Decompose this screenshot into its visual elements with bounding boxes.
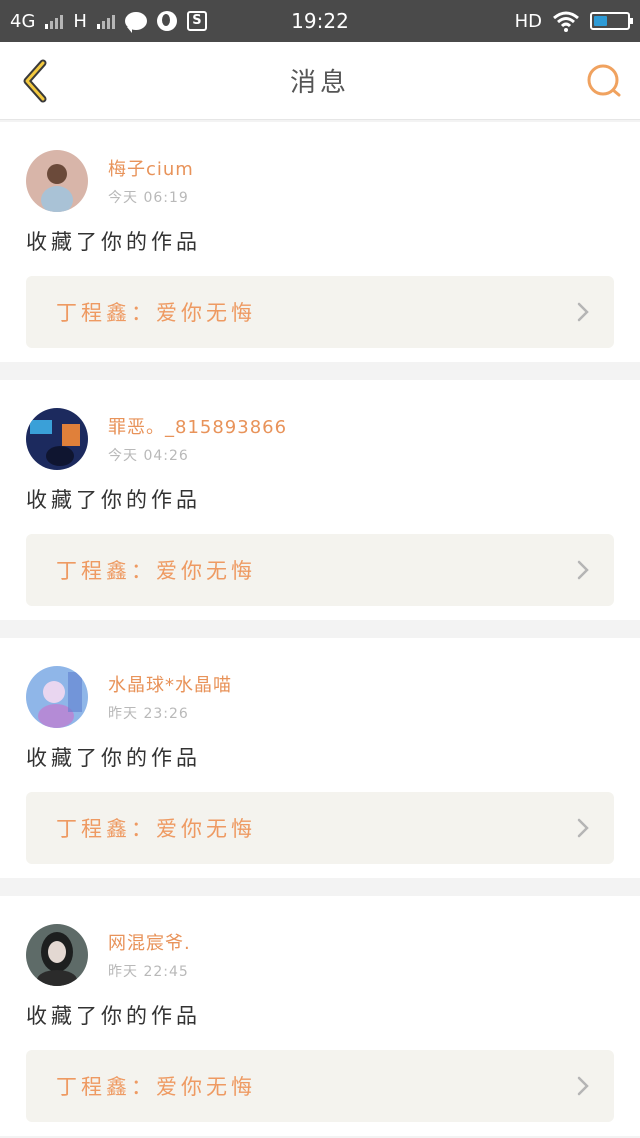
message-header: 梅子cium 今天 06:19 [26, 150, 614, 212]
timestamp: 昨天 23:26 [108, 706, 189, 722]
avatar[interactable] [26, 666, 88, 728]
chevron-right-icon [577, 1076, 589, 1096]
signal-icon [45, 13, 64, 29]
chevron-right-icon [577, 560, 589, 580]
username[interactable]: 罪恶。_815893866 [108, 413, 287, 439]
message-meta: 水晶球*水晶喵 昨天 23:26 [108, 671, 232, 723]
chevron-right-icon [577, 818, 589, 838]
action-text: 收藏了你的作品 [26, 1004, 201, 1028]
network-label-4g: 4G [10, 10, 36, 32]
message-card: 梅子cium 今天 06:19 收藏了你的作品 丁程鑫：爱你无悔 [0, 122, 640, 362]
message-meta: 梅子cium 今天 06:19 [108, 155, 194, 207]
action-text: 收藏了你的作品 [26, 746, 201, 770]
message-meta: 罪恶。_815893866 今天 04:26 [108, 413, 287, 465]
battery-icon [590, 12, 633, 30]
message-card: 水晶球*水晶喵 昨天 23:26 收藏了你的作品 丁程鑫：爱你无悔 [0, 638, 640, 878]
work-link[interactable]: 丁程鑫：爱你无悔 [26, 1050, 614, 1122]
status-right: HD [514, 10, 633, 32]
status-bar: 4G H S 19:22 HD [0, 0, 640, 42]
work-title: 丁程鑫：爱你无悔 [56, 817, 256, 841]
chevron-left-icon [23, 59, 47, 102]
message-header: 水晶球*水晶喵 昨天 23:26 [26, 666, 614, 728]
avatar[interactable] [26, 150, 88, 212]
network-label-h: H [73, 10, 87, 32]
work-title: 丁程鑫：爱你无悔 [56, 301, 256, 325]
s-box-icon: S [186, 11, 207, 31]
username[interactable]: 网混宸爷. [108, 929, 191, 955]
work-title: 丁程鑫：爱你无悔 [56, 1075, 256, 1099]
wifi-icon [553, 11, 579, 32]
username[interactable]: 梅子cium [108, 155, 194, 181]
page-title: 消息 [289, 68, 350, 98]
message-card: 罪恶。_815893866 今天 04:26 收藏了你的作品 丁程鑫：爱你无悔 [0, 380, 640, 620]
signal-icon [96, 13, 115, 29]
username[interactable]: 水晶球*水晶喵 [108, 671, 232, 697]
message-header: 网混宸爷. 昨天 22:45 [26, 924, 614, 986]
message-card: 网混宸爷. 昨天 22:45 收藏了你的作品 丁程鑫：爱你无悔 [0, 896, 640, 1136]
globe-icon [156, 11, 177, 31]
work-link[interactable]: 丁程鑫：爱你无悔 [26, 792, 614, 864]
nav-bar: 消息 [0, 42, 640, 120]
timestamp: 今天 04:26 [108, 448, 189, 464]
work-title: 丁程鑫：爱你无悔 [56, 559, 256, 583]
back-button[interactable] [16, 59, 56, 102]
message-meta: 网混宸爷. 昨天 22:45 [108, 929, 191, 981]
message-list: 梅子cium 今天 06:19 收藏了你的作品 丁程鑫：爱你无悔 罪恶。_815… [0, 120, 640, 1136]
timestamp: 今天 06:19 [108, 190, 189, 206]
chevron-right-icon [577, 302, 589, 322]
battery-level [594, 16, 607, 26]
hd-label: HD [514, 10, 542, 32]
status-left: 4G H S [10, 10, 207, 33]
search-button[interactable] [584, 61, 624, 101]
chat-bubble-icon [124, 12, 147, 33]
avatar[interactable] [26, 408, 88, 470]
work-link[interactable]: 丁程鑫：爱你无悔 [26, 276, 614, 348]
timestamp: 昨天 22:45 [108, 964, 189, 980]
message-header: 罪恶。_815893866 今天 04:26 [26, 408, 614, 470]
action-text: 收藏了你的作品 [26, 230, 201, 254]
search-icon [587, 64, 621, 96]
work-link[interactable]: 丁程鑫：爱你无悔 [26, 534, 614, 606]
avatar[interactable] [26, 924, 88, 986]
action-text: 收藏了你的作品 [26, 488, 201, 512]
